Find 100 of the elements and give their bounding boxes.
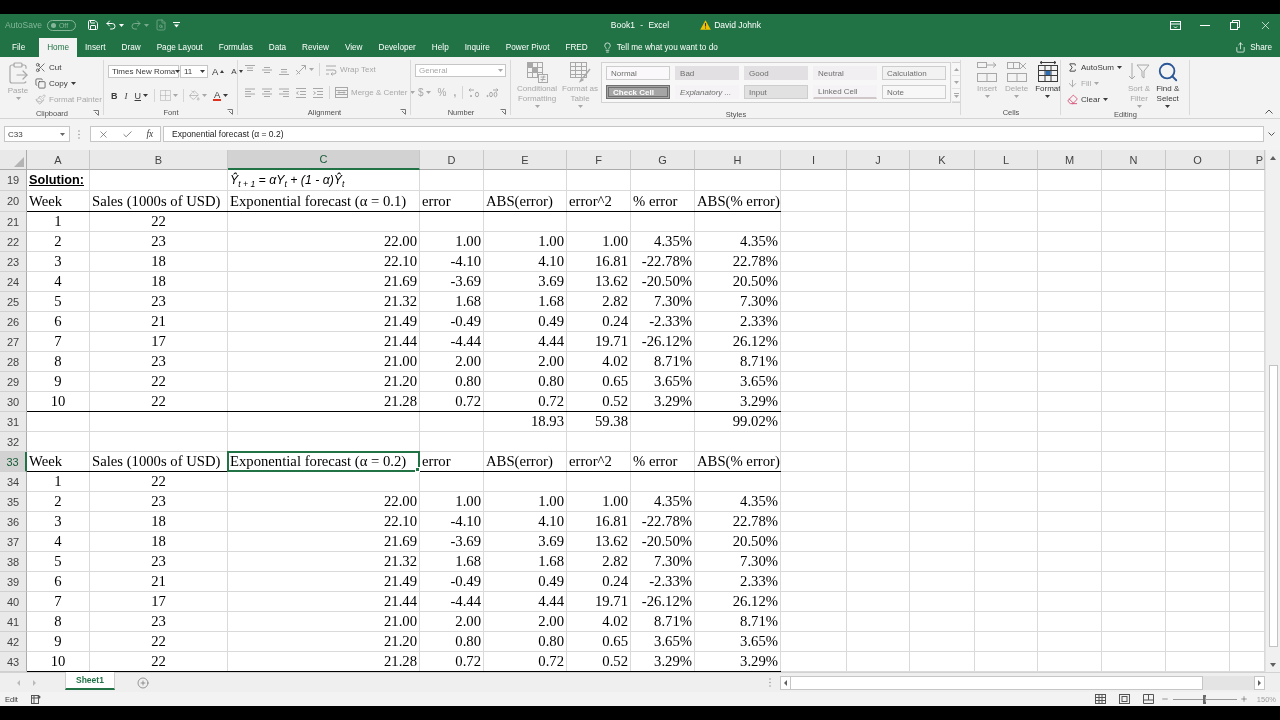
column-header[interactable]: C xyxy=(228,150,420,170)
row-header[interactable]: 23 xyxy=(0,252,27,272)
ribbon-tab[interactable]: Home xyxy=(39,38,78,57)
format-cells-button[interactable]: Format xyxy=(1033,60,1063,98)
column-header[interactable]: F xyxy=(567,150,631,170)
row-header[interactable]: 19 xyxy=(0,170,27,191)
row-header[interactable]: 24 xyxy=(0,272,27,292)
horizontal-scrollbar[interactable] xyxy=(780,673,1265,692)
dialog-launcher-button[interactable] xyxy=(226,108,234,116)
row-header[interactable]: 37 xyxy=(0,532,27,552)
column-header[interactable]: O xyxy=(1166,150,1230,170)
ribbon-tab[interactable]: Power Pivot xyxy=(497,38,558,57)
formula-input[interactable]: Exponential forecast (α = 0.2) xyxy=(163,126,1264,142)
row-header[interactable]: 27 xyxy=(0,332,27,352)
gallery-down-button[interactable] xyxy=(952,76,961,89)
scrollbar-thumb[interactable] xyxy=(1269,365,1278,647)
ribbon-tab[interactable]: File xyxy=(4,38,34,57)
sheet-tab[interactable]: Sheet1 xyxy=(65,672,115,690)
ribbon-tab[interactable]: FRED xyxy=(557,38,596,57)
ribbon-tab[interactable]: Inquire xyxy=(456,38,498,57)
spreadsheet-cell-text: 7.30% xyxy=(653,292,693,311)
column-header[interactable]: G xyxy=(631,150,695,170)
shrink-font-button[interactable]: A xyxy=(228,64,246,79)
gallery-up-button[interactable] xyxy=(952,63,961,76)
row-header[interactable]: 21 xyxy=(0,212,27,232)
cut-button[interactable]: Cut xyxy=(33,60,104,75)
ribbon-tab[interactable]: Page Layout xyxy=(148,38,211,57)
ribbon-tab[interactable]: Developer xyxy=(370,38,424,57)
ribbon-tab[interactable]: Draw xyxy=(113,38,149,57)
row-header[interactable]: 29 xyxy=(0,372,27,392)
grow-font-button[interactable]: A xyxy=(209,64,228,79)
dialog-launcher-button[interactable] xyxy=(399,108,407,116)
caret-icon xyxy=(173,94,178,97)
gallery-more-button[interactable] xyxy=(952,89,961,102)
row-header[interactable]: 33 xyxy=(0,452,27,472)
dialog-launcher-button[interactable] xyxy=(92,109,100,117)
ribbon-tab[interactable]: View xyxy=(336,38,371,57)
row-header[interactable]: 39 xyxy=(0,572,27,592)
italic-button[interactable]: I xyxy=(121,88,131,103)
ribbon-tab[interactable]: Formulas xyxy=(210,38,261,57)
column-header[interactable]: N xyxy=(1102,150,1166,170)
column-header[interactable]: B xyxy=(90,150,228,170)
caret-icon xyxy=(953,80,959,84)
zoom-slider[interactable] xyxy=(1172,694,1237,704)
row-header[interactable]: 35 xyxy=(0,492,27,512)
column-header[interactable]: I xyxy=(781,150,847,170)
spreadsheet-cell-text: 3.69 xyxy=(537,532,565,551)
scroll-left-button[interactable] xyxy=(780,675,791,690)
ribbon-tab[interactable]: Data xyxy=(260,38,295,57)
zoom-in-button[interactable] xyxy=(1239,693,1249,705)
dialog-launcher-button[interactable] xyxy=(499,108,507,116)
row-header[interactable]: 25 xyxy=(0,292,27,312)
user-name[interactable]: David Johnk xyxy=(714,20,761,30)
record-macro-button[interactable] xyxy=(29,693,42,705)
column-header[interactable]: J xyxy=(847,150,910,170)
clear-button[interactable]: Clear xyxy=(1065,92,1124,107)
spreadsheet-cell-text: -4.10 xyxy=(449,512,482,531)
column-header[interactable]: H xyxy=(695,150,781,170)
font-name-combobox[interactable]: Times New Roma xyxy=(108,65,179,78)
row-header[interactable]: 22 xyxy=(0,232,27,252)
row-header[interactable]: 31 xyxy=(0,412,27,432)
font-color-button[interactable]: A xyxy=(210,88,232,103)
column-header[interactable]: M xyxy=(1038,150,1102,170)
font-size-combobox[interactable]: 11 xyxy=(180,65,208,78)
row-header[interactable]: 36 xyxy=(0,512,27,532)
name-box[interactable]: C33 xyxy=(4,126,70,142)
column-header[interactable]: E xyxy=(484,150,567,170)
select-all-button[interactable] xyxy=(0,150,27,170)
collapse-ribbon-button[interactable] xyxy=(1264,107,1274,115)
row-header[interactable]: 26 xyxy=(0,312,27,332)
underline-button[interactable]: U xyxy=(131,88,151,103)
share-button[interactable]: Share xyxy=(1233,38,1274,57)
row-header[interactable]: 42 xyxy=(0,632,27,652)
column-header[interactable]: D xyxy=(420,150,484,170)
scroll-right-button[interactable] xyxy=(1254,675,1265,690)
bold-button[interactable]: B xyxy=(108,88,121,103)
row-header[interactable]: 41 xyxy=(0,612,27,632)
row-header[interactable]: 20 xyxy=(0,191,27,212)
row-header[interactable]: 43 xyxy=(0,652,27,672)
zoom-slider-thumb[interactable] xyxy=(1203,694,1207,704)
row-header[interactable]: 28 xyxy=(0,352,27,372)
row-header[interactable]: 34 xyxy=(0,472,27,492)
row-header[interactable]: 30 xyxy=(0,392,27,412)
row-header[interactable]: 40 xyxy=(0,592,27,612)
column-header[interactable]: P xyxy=(1230,150,1265,170)
column-header[interactable]: L xyxy=(975,150,1038,170)
column-header[interactable]: K xyxy=(910,150,975,170)
autosum-button[interactable]: AutoSum xyxy=(1065,60,1124,75)
fill-handle[interactable] xyxy=(415,467,420,472)
ribbon-tab[interactable]: Review xyxy=(294,38,337,57)
ribbon-tab[interactable]: Insert xyxy=(77,38,114,57)
column-header[interactable]: A xyxy=(27,150,90,170)
ribbon-tab[interactable]: Help xyxy=(423,38,457,57)
vertical-scrollbar[interactable] xyxy=(1265,150,1280,672)
copy-button[interactable]: Copy xyxy=(33,76,104,91)
insert-function-button[interactable]: fx xyxy=(142,127,158,141)
row-header[interactable]: 38 xyxy=(0,552,27,572)
scrollbar-thumb[interactable] xyxy=(791,675,1203,690)
tell-me-search[interactable]: Tell me what you want to do xyxy=(595,38,724,57)
find-select-button[interactable]: Find & Select xyxy=(1154,60,1182,108)
